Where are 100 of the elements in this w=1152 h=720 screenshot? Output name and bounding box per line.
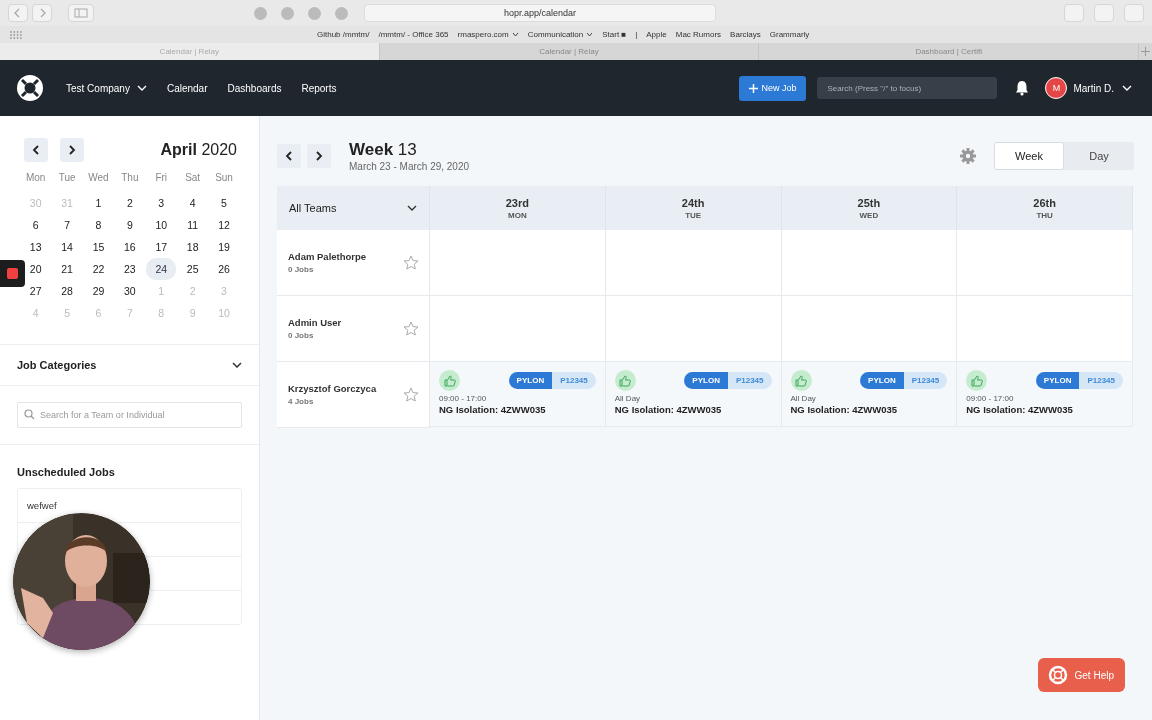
chevron-right-icon [315,151,323,161]
previous-week-button[interactable] [277,144,301,168]
calendar-day[interactable]: 22 [90,258,107,280]
star-icon[interactable] [403,255,419,270]
caret-icon [407,205,417,211]
calendar-day[interactable]: 11 [184,214,201,236]
calendar-cell[interactable] [957,296,1133,362]
extension-icon[interactable] [254,6,267,20]
record-indicator-icon[interactable] [0,260,25,287]
bookmark-link[interactable]: | [635,30,638,39]
calendar-day[interactable]: 29 [90,280,107,302]
user-menu[interactable]: Martin D. [1073,82,1132,94]
calendar-day[interactable]: 9 [121,214,138,236]
calendar-day[interactable]: 7 [59,214,76,236]
calendar-cell[interactable] [957,230,1133,296]
job-title[interactable]: NG Isolation: 4ZWW035 [439,404,596,415]
bookmark-link[interactable]: Github /mmtm/ [317,30,370,39]
star-icon[interactable] [403,387,419,402]
weekday-label: Fri [154,172,169,185]
bookmark-link[interactable]: Barclays [730,30,761,39]
calendar-cell[interactable] [605,296,782,362]
bookmark-link[interactable]: Mac Rumors [675,30,722,39]
search-field[interactable]: Search for a Team or Individual [17,402,242,428]
day-weekday: TUE [685,210,702,220]
calendar-day[interactable]: 8 [90,214,107,236]
calendar-cell[interactable] [781,230,958,296]
address-bar[interactable]: hopr.app/calendar [364,4,716,22]
calendar-day[interactable]: 2 [121,192,138,214]
job-title[interactable]: NG Isolation: 4ZWW035 [790,404,948,415]
job-title[interactable]: NG Isolation: 4ZWW035 [966,404,1123,415]
calendar-day[interactable]: 21 [59,258,76,280]
job-time: 09:00 - 17:00 [439,394,488,403]
calendar-day[interactable]: 4 [184,192,201,214]
calendar-cell[interactable]: PYLON P12345 09:00 - 17:00 NG Isolation: 4ZWW035 [430,362,606,427]
chevron-down-icon[interactable] [232,362,242,368]
calendar-cell[interactable] [605,230,782,296]
nav-link[interactable]: Dashboards [227,82,282,94]
calendar-day[interactable]: 12 [216,214,233,236]
bell-icon[interactable] [1015,80,1030,96]
search-field[interactable]: Search (Press "/" to focus) [817,77,998,99]
view-tab[interactable]: Week [994,142,1064,170]
extension-icon[interactable] [281,6,294,20]
calendar-day[interactable]: 24 [146,258,177,280]
logo-icon[interactable] [16,74,44,102]
new-job-button[interactable]: New Job [739,75,807,101]
bookmark-link[interactable]: Communication [527,30,594,39]
calendar-cell[interactable] [430,230,606,296]
sidebar-toggle-button[interactable] [68,4,94,22]
bookmark-link[interactable]: /mmtm/ - Office 365 [378,30,449,39]
extension-icon[interactable] [335,6,348,20]
next-week-button[interactable] [307,144,331,168]
grid-icon[interactable] [10,30,22,39]
calendar-day[interactable]: 28 [59,280,76,302]
calendar-day[interactable]: 19 [216,236,233,258]
settings-icon[interactable] [960,148,976,164]
calendar-day[interactable]: 27 [27,280,44,302]
job-count: 0 Jobs [288,265,315,274]
calendar-day[interactable]: 3 [153,192,170,214]
bookmark-link[interactable]: Start ■ [602,30,627,39]
weekday-label: Sun [214,172,234,185]
team-filter-dropdown[interactable]: All Teams [277,186,430,230]
user-avatar[interactable]: M [1045,77,1068,99]
calendar-day[interactable]: 30 [121,280,138,302]
weekday-label: Wed [87,172,110,185]
share-button[interactable] [1094,4,1114,22]
nav-link[interactable]: Reports [301,82,337,94]
back-button[interactable] [8,4,28,22]
calendar-day[interactable]: 5 [216,192,233,214]
calendar-day[interactable]: 17 [153,236,170,258]
bookmark-link[interactable]: Apple [646,30,667,39]
calendar-day[interactable]: 6 [27,214,44,236]
calendar-day[interactable]: 10 [153,214,170,236]
forward-button[interactable] [32,4,52,22]
bookmark-link[interactable]: Grammarly [769,30,810,39]
star-icon[interactable] [403,321,419,336]
bookmark-link[interactable]: rmaspero.com [457,30,519,39]
calendar-day[interactable]: 18 [184,236,201,258]
calendar-day[interactable]: 23 [121,258,138,280]
calendar-cell[interactable]: PYLON P12345 09:00 - 17:00 NG Isolation: 4ZWW035 [957,362,1133,427]
calendar-day[interactable]: 20 [27,258,44,280]
nav-link[interactable]: Calendar [166,82,208,94]
calendar-day[interactable]: 26 [216,258,233,280]
calendar-cell[interactable]: PYLON P12345 All Day NG Isolation: 4ZWW035 [605,362,782,427]
download-button[interactable] [1064,4,1084,22]
next-month-button[interactable] [60,138,84,162]
calendar-cell[interactable] [781,296,958,362]
company-dropdown[interactable]: Test Company [66,82,147,94]
previous-month-button[interactable] [24,138,48,162]
job-title[interactable]: NG Isolation: 4ZWW035 [614,404,772,415]
calendar-day[interactable]: 15 [90,236,107,258]
calendar-day[interactable]: 13 [27,236,44,258]
calendar-day[interactable]: 16 [121,236,138,258]
view-tab[interactable]: Day [1064,142,1134,170]
calendar-day[interactable]: 25 [184,258,201,280]
calendar-day[interactable]: 14 [59,236,76,258]
calendar-day[interactable]: 1 [90,192,107,214]
tabs-button[interactable] [1124,4,1144,22]
calendar-cell[interactable]: PYLON P12345 All Day NG Isolation: 4ZWW035 [781,362,958,427]
chevron-left-icon [285,151,293,161]
calendar-cell[interactable] [430,296,606,362]
